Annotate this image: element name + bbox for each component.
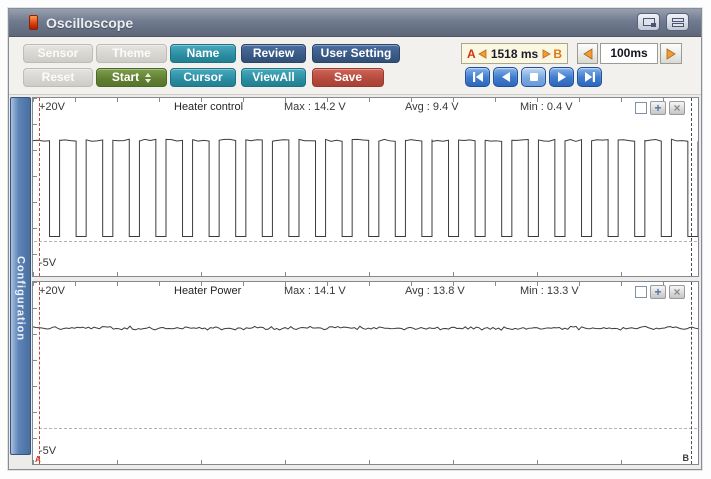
skip-to-end-button[interactable] [577,67,602,87]
stop-button[interactable] [521,67,546,87]
start-button-label: Start [111,70,140,84]
close-panel-button[interactable]: × [669,285,685,299]
viewall-button[interactable]: ViewAll [241,68,306,87]
sensor-button[interactable]: Sensor [23,44,93,63]
skip-to-start-button[interactable] [465,67,490,87]
avg-readout: Avg : 9.4 V [405,101,459,113]
app-icon [29,15,38,30]
play-button[interactable] [549,67,574,87]
right-arrow-icon [666,47,676,60]
skip-start-icon [472,72,483,82]
user-setting-button[interactable]: User Setting [312,44,400,63]
cursor-button[interactable]: Cursor [170,68,236,87]
play-icon [557,72,566,82]
scale-top-label: +20V [39,285,65,297]
scope-panel-heater-power: +20V Heater Power Max : 14.1 V Avg : 13.… [32,281,699,465]
channel-select-checkbox[interactable] [635,102,647,114]
cursor-a-marker[interactable]: A [35,455,41,464]
timebase-value: 100ms [600,43,658,64]
heater-power-waveform [33,325,698,331]
panel-controls: + × [635,101,685,115]
oscilloscope-window: Oscilloscope Sensor Theme Name Review Us… [8,8,702,470]
titlebar: Oscilloscope [9,9,701,37]
cursor-a-line[interactable] [39,282,40,464]
start-button[interactable]: Start [96,68,167,87]
min-readout: Min : 13.3 V [520,285,579,297]
scope-panel-heater-control: +20V Heater control Max : 14.2 V Avg : 9… [32,97,699,277]
left-axis-ticks [33,282,37,464]
close-panel-button[interactable]: × [669,101,685,115]
chart-region: Configuration +20V Heater control Max : … [9,95,701,469]
left-axis-ticks [33,98,37,276]
toolbar: Sensor Theme Name Review User Setting Re… [9,37,701,95]
scale-bottom-label: -5V [39,445,57,457]
popout-window-icon [642,18,656,27]
top-axis-ticks [33,282,698,286]
zoom-in-button[interactable]: + [650,101,666,115]
save-button[interactable]: Save [312,68,384,87]
bottom-axis-ticks [33,460,698,464]
ab-range-value: 1518 ms [490,46,539,61]
cursor-b-label: B [553,46,562,61]
range-left-arrow-icon[interactable] [477,48,487,59]
configuration-tab-label: Configuration [14,256,27,342]
skip-end-icon [584,72,595,82]
timebase-decrease-button[interactable] [577,43,598,64]
titlebar-controls [637,13,689,31]
panel-controls: + × [635,285,685,299]
cursor-a-line[interactable] [39,98,40,276]
configuration-tab[interactable]: Configuration [10,97,31,455]
screen: Oscilloscope Sensor Theme Name Review Us… [0,0,711,479]
ab-range-box: A 1518 ms B [461,43,568,64]
cursor-b-line[interactable] [691,98,692,276]
zero-volt-gridline [34,241,697,242]
bottom-axis-ticks [33,272,698,276]
stop-icon [529,73,538,81]
channel-select-checkbox[interactable] [635,286,647,298]
max-readout: Max : 14.2 V [284,101,346,113]
heater-control-waveform [33,138,698,237]
popout-window-button[interactable] [637,13,660,31]
max-readout: Max : 14.1 V [284,285,346,297]
channel-title: Heater Power [174,285,242,297]
top-axis-ticks [33,98,698,102]
theme-button[interactable]: Theme [96,44,167,63]
zero-volt-gridline [34,428,697,429]
cursor-a-label: A [467,46,476,61]
channel-title: Heater control [174,101,244,113]
transport-controls [465,67,602,87]
left-arrow-icon [582,47,592,60]
scale-top-label: +20V [39,101,65,113]
cursor-b-line[interactable] [691,282,692,464]
zoom-in-button[interactable]: + [650,285,666,299]
timebase-increase-button[interactable] [660,43,682,64]
scale-bottom-label: -5V [39,257,57,269]
name-button[interactable]: Name [170,44,236,63]
review-button[interactable]: Review [241,44,306,63]
step-back-button[interactable] [493,67,518,87]
start-spinner-icon [145,72,152,83]
reset-button[interactable]: Reset [23,68,93,87]
avg-readout: Avg : 13.8 V [405,285,465,297]
back-icon [501,72,510,82]
tile-windows-button[interactable] [666,13,689,31]
window-title: Oscilloscope [46,14,134,31]
range-right-arrow-icon[interactable] [542,48,552,59]
min-readout: Min : 0.4 V [520,101,573,113]
cursor-b-marker[interactable]: B [683,453,690,463]
tile-windows-icon [671,17,684,27]
